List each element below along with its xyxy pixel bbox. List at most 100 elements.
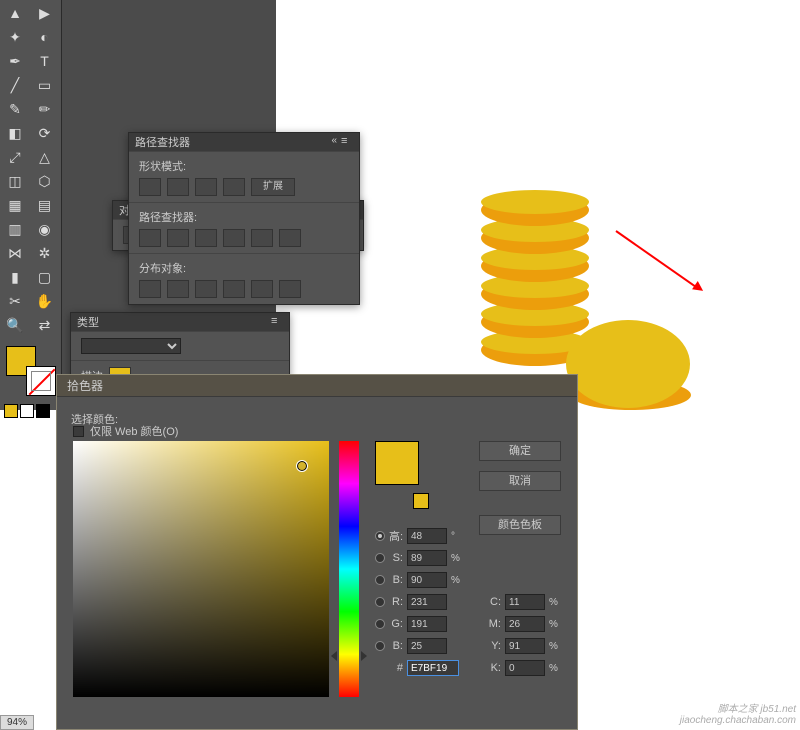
panel-menu-icon[interactable]: ≡ <box>341 135 355 149</box>
divide-button[interactable] <box>139 229 161 247</box>
minus-front-button[interactable] <box>167 178 189 196</box>
outline-button[interactable] <box>251 229 273 247</box>
magic-wand-tool[interactable]: ✦ <box>2 26 28 48</box>
dist-v-top-button[interactable] <box>139 280 161 298</box>
free-transform-tool[interactable]: ◫ <box>2 170 28 192</box>
r-radio[interactable] <box>375 597 385 607</box>
panel-menu-icon[interactable]: ≡ <box>271 315 285 329</box>
pathfinder-title: 路径查找器 <box>135 134 190 150</box>
color-picker-title[interactable]: 拾色器 <box>57 375 577 397</box>
web-only-row: 仅限 Web 颜色(O) <box>73 423 178 439</box>
fill-stroke-toggle[interactable]: ⇄ <box>32 314 58 336</box>
sat-input[interactable] <box>407 550 447 566</box>
hue-radio[interactable] <box>375 531 385 541</box>
type-tool[interactable]: T <box>32 50 58 72</box>
sat-radio[interactable] <box>375 553 385 563</box>
hue-input[interactable] <box>407 528 447 544</box>
watermark: 脚本之家 jb51.net jiaocheng.chachaban.com <box>680 700 796 726</box>
color-preview-current <box>413 493 429 509</box>
r-label: R: <box>389 596 403 608</box>
dist-h-left-button[interactable] <box>223 280 245 298</box>
panel-collapse-icon[interactable]: « <box>331 135 337 146</box>
pathfinder-panel: 路径查找器 « ≡ 形状模式: 扩展 路径查找器: 分布对象: <box>128 132 360 305</box>
k-input[interactable] <box>505 660 545 676</box>
zoom-tool[interactable]: 🔍 <box>2 314 28 336</box>
b-input[interactable] <box>407 638 447 654</box>
mini-swatch[interactable] <box>36 404 50 418</box>
perspective-grid-tool[interactable]: ▦ <box>2 194 28 216</box>
dist-v-bottom-button[interactable] <box>195 280 217 298</box>
c-input[interactable] <box>505 594 545 610</box>
tool-panel: ▲▶✦◐✒T╱▭✎✏◧⟳⤢△◫⬡▦▤▥◉⋈✲▮▢✂✋🔍⇄ <box>0 0 62 410</box>
eraser-tool[interactable]: ◧ <box>2 122 28 144</box>
column-graph-tool[interactable]: ▮ <box>2 266 28 288</box>
g-input[interactable] <box>407 616 447 632</box>
y-input[interactable] <box>505 638 545 654</box>
hand-tool[interactable]: ✋ <box>32 290 58 312</box>
h-label: 高: <box>389 528 403 544</box>
deg-suffix: ° <box>451 531 463 542</box>
zoom-level[interactable]: 94% <box>0 715 34 730</box>
cancel-button[interactable]: 取消 <box>479 471 561 491</box>
lasso-tool[interactable]: ◐ <box>32 26 58 48</box>
eyedropper-tool[interactable]: ◉ <box>32 218 58 240</box>
ok-button[interactable]: 确定 <box>479 441 561 461</box>
minus-back-button[interactable] <box>279 229 301 247</box>
shape-builder-tool[interactable]: ⬡ <box>32 170 58 192</box>
merge-button[interactable] <box>195 229 217 247</box>
blend-tool[interactable]: ⋈ <box>2 242 28 264</box>
rotate-tool[interactable]: ⟳ <box>32 122 58 144</box>
saturation-value-field[interactable] <box>73 441 329 697</box>
dist-h-right-button[interactable] <box>279 280 301 298</box>
dist-h-center-button[interactable] <box>251 280 273 298</box>
bri-input[interactable] <box>407 572 447 588</box>
scale-tool[interactable]: ⤢ <box>2 146 28 168</box>
selection-tool[interactable]: ▲ <box>2 2 28 24</box>
mini-swatch[interactable] <box>4 404 18 418</box>
distribute-label: 分布对象: <box>139 260 349 276</box>
annotation-arrow <box>616 230 716 232</box>
pen-tool[interactable]: ✒ <box>2 50 28 72</box>
b-radio[interactable] <box>375 641 385 651</box>
s-label: S: <box>389 552 403 564</box>
dist-v-center-button[interactable] <box>167 280 189 298</box>
trim-button[interactable] <box>167 229 189 247</box>
c-label: C: <box>487 596 501 608</box>
brush-tool[interactable]: ✎ <box>2 98 28 120</box>
panel-tab[interactable]: 路径查找器 « ≡ <box>129 133 359 151</box>
unite-button[interactable] <box>139 178 161 196</box>
coin-art <box>566 320 690 408</box>
type-label: 类型 <box>77 314 99 330</box>
line-tool[interactable]: ╱ <box>2 74 28 96</box>
pct-suffix: % <box>451 553 463 564</box>
hex-input[interactable] <box>407 660 459 676</box>
expand-button[interactable]: 扩展 <box>251 178 295 196</box>
exclude-button[interactable] <box>223 178 245 196</box>
gradient-tool[interactable]: ▥ <box>2 218 28 240</box>
hue-slider[interactable] <box>335 651 363 657</box>
intersect-button[interactable] <box>195 178 217 196</box>
r-input[interactable] <box>407 594 447 610</box>
appearance-tab[interactable]: 类型 ≡ <box>71 313 289 331</box>
hue-strip[interactable] <box>339 441 359 697</box>
artboard-tool[interactable]: ▢ <box>32 266 58 288</box>
mesh-tool[interactable]: ▤ <box>32 194 58 216</box>
type-dropdown[interactable] <box>81 338 181 354</box>
cmyk-fields: C:% M:% Y:% K:% <box>487 591 561 679</box>
symbol-sprayer-tool[interactable]: ✲ <box>32 242 58 264</box>
width-tool[interactable]: △ <box>32 146 58 168</box>
fill-stroke-swatch[interactable] <box>2 342 59 402</box>
m-input[interactable] <box>505 616 545 632</box>
direct-selection-tool[interactable]: ▶ <box>32 2 58 24</box>
rectangle-tool[interactable]: ▭ <box>32 74 58 96</box>
web-only-checkbox[interactable] <box>73 426 84 437</box>
slice-tool[interactable]: ✂ <box>2 290 28 312</box>
color-swatches-button[interactable]: 颜色色板 <box>479 515 561 535</box>
mini-swatch[interactable] <box>20 404 34 418</box>
g-radio[interactable] <box>375 619 385 629</box>
stroke-swatch[interactable] <box>26 366 56 396</box>
pencil-tool[interactable]: ✏ <box>32 98 58 120</box>
crop-button[interactable] <box>223 229 245 247</box>
sv-cursor[interactable] <box>297 461 307 471</box>
bri-radio[interactable] <box>375 575 385 585</box>
